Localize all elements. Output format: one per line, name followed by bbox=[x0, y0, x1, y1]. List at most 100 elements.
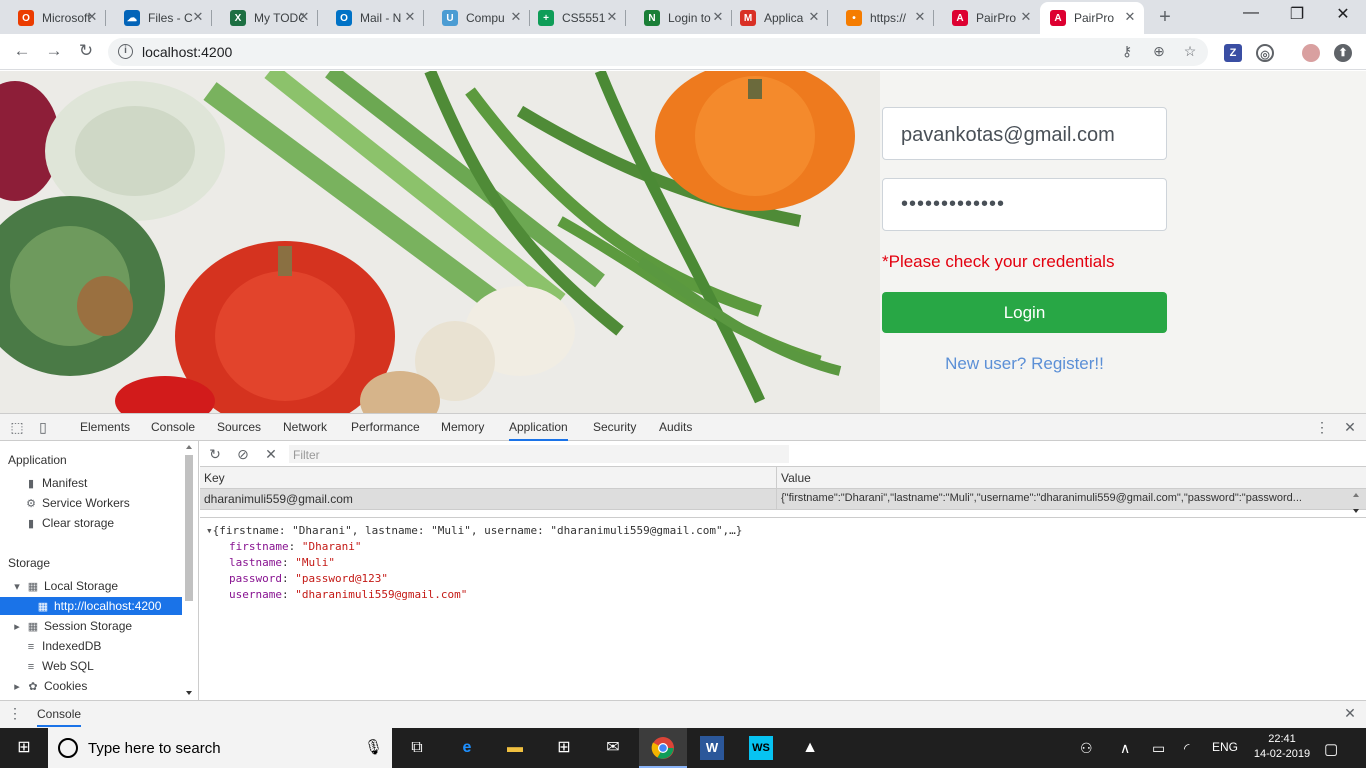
close-devtools-icon[interactable]: ✕ bbox=[1341, 419, 1359, 436]
close-tab-icon[interactable]: ✕ bbox=[604, 9, 620, 25]
microphone-icon[interactable]: 🎙 bbox=[364, 738, 383, 756]
sidebar-item-localhost[interactable]: ▦ http://localhost:4200 bbox=[36, 599, 162, 613]
back-arrow-icon[interactable]: ← bbox=[12, 42, 32, 60]
mail-icon[interactable]: ✉ bbox=[601, 736, 625, 760]
expand-right-icon[interactable]: ▸ bbox=[12, 680, 22, 693]
filter-input[interactable]: Filter bbox=[289, 445, 789, 463]
drawer-tab-console[interactable]: Console bbox=[37, 701, 82, 727]
sidebar-item-web-sql[interactable]: ≡ Web SQL bbox=[24, 659, 94, 673]
chrome-taskbar-item[interactable] bbox=[639, 728, 687, 768]
browser-tab[interactable]: U Compu ✕ bbox=[432, 2, 530, 34]
delete-selected-icon[interactable]: ✕ bbox=[262, 446, 280, 463]
preview-summary[interactable]: ▾{firstname: "Dharani", lastname: "Muli"… bbox=[206, 524, 742, 537]
expand-down-icon[interactable]: ▾ bbox=[206, 524, 213, 537]
preview-field[interactable]: password: "password@123" bbox=[229, 572, 388, 585]
browser-tab[interactable]: X My TODO ✕ bbox=[220, 2, 318, 34]
restore-button[interactable]: ❐ bbox=[1274, 4, 1320, 28]
close-tab-icon[interactable]: ✕ bbox=[190, 9, 206, 25]
sidebar-item-cookies[interactable]: ▸ ✿ Cookies bbox=[12, 679, 87, 693]
browser-tab[interactable]: + CS5551 ✕ bbox=[528, 2, 626, 34]
preview-field[interactable]: firstname: "Dharani" bbox=[229, 540, 361, 553]
clock[interactable]: 22:41 14-02-2019 bbox=[1250, 732, 1314, 762]
task-view-icon[interactable]: ⧉ bbox=[405, 736, 429, 760]
close-tab-icon[interactable]: ✕ bbox=[1018, 9, 1034, 25]
close-tab-icon[interactable]: ✕ bbox=[84, 9, 100, 25]
browser-tab[interactable]: O Mail - N ✕ bbox=[326, 2, 424, 34]
device-toolbar-icon[interactable]: ▯ bbox=[34, 419, 52, 436]
people-icon[interactable]: ⚇ bbox=[1080, 740, 1093, 757]
close-tab-icon[interactable]: ✕ bbox=[912, 9, 928, 25]
inspect-element-icon[interactable]: ⬚ bbox=[8, 419, 26, 436]
devtools-tab-security[interactable]: Security bbox=[593, 414, 636, 441]
browser-tab[interactable]: ☁ Files - C ✕ bbox=[114, 2, 212, 34]
login-button[interactable]: Login bbox=[882, 292, 1167, 333]
devtools-tab-application[interactable]: Application bbox=[509, 414, 568, 441]
table-row[interactable]: dharanimuli559@gmail.com {"firstname":"D… bbox=[200, 489, 1366, 510]
devtools-tab-audits[interactable]: Audits bbox=[659, 414, 692, 441]
profile-avatar[interactable] bbox=[1302, 44, 1320, 62]
close-tab-icon[interactable]: ✕ bbox=[1122, 9, 1138, 25]
close-tab-icon[interactable]: ✕ bbox=[296, 9, 312, 25]
browser-tab[interactable]: A PairPro ✕ bbox=[1040, 2, 1144, 34]
show-hidden-icons-icon[interactable]: ∧ bbox=[1120, 740, 1130, 757]
devtools-tab-console[interactable]: Console bbox=[151, 414, 195, 441]
close-window-button[interactable]: ✕ bbox=[1320, 4, 1366, 28]
close-tab-icon[interactable]: ✕ bbox=[402, 9, 418, 25]
sidebar-item-clear-storage[interactable]: ▮ Clear storage bbox=[24, 516, 114, 530]
sidebar-item-manifest[interactable]: ▮ Manifest bbox=[24, 476, 87, 490]
close-tab-icon[interactable]: ✕ bbox=[508, 9, 524, 25]
file-explorer-icon[interactable]: ▬ bbox=[503, 736, 527, 760]
forward-arrow-icon[interactable]: → bbox=[44, 42, 64, 60]
devtools-menu-icon[interactable]: ⋮ bbox=[1313, 419, 1331, 436]
sidebar-item-local-storage[interactable]: ▾ ▦ Local Storage bbox=[12, 579, 118, 593]
webstorm-icon[interactable]: WS bbox=[749, 736, 773, 760]
close-tab-icon[interactable]: ✕ bbox=[806, 9, 822, 25]
close-tab-icon[interactable]: ✕ bbox=[710, 9, 726, 25]
address-bar[interactable]: i localhost:4200 ⚷ ⊕ ☆ bbox=[108, 38, 1208, 66]
star-icon[interactable]: ☆ bbox=[1181, 43, 1199, 60]
devtools-tab-performance[interactable]: Performance bbox=[351, 414, 420, 441]
menu-icon[interactable]: ⬆ bbox=[1334, 44, 1352, 62]
zotero-extension-icon[interactable]: Z bbox=[1224, 44, 1242, 62]
refresh-icon[interactable]: ↻ bbox=[206, 446, 224, 463]
store-icon[interactable]: ⊞ bbox=[552, 736, 576, 760]
browser-tab[interactable]: A PairPro ✕ bbox=[942, 2, 1040, 34]
browser-tab[interactable]: M Applica ✕ bbox=[730, 2, 828, 34]
taskbar-search[interactable]: Type here to search 🎙 bbox=[48, 728, 392, 768]
devtools-tab-sources[interactable]: Sources bbox=[217, 414, 261, 441]
key-icon[interactable]: ⚷ bbox=[1118, 43, 1136, 60]
word-icon[interactable]: W bbox=[700, 736, 724, 760]
site-info-icon[interactable]: i bbox=[118, 44, 133, 59]
expand-right-icon[interactable]: ▸ bbox=[12, 620, 22, 633]
wifi-icon[interactable]: ◜ bbox=[1184, 740, 1189, 757]
email-input[interactable]: pavankotas@gmail.com bbox=[882, 107, 1167, 160]
minimize-button[interactable]: — bbox=[1228, 4, 1274, 28]
url-text[interactable]: localhost:4200 bbox=[142, 44, 232, 60]
key-column-header[interactable]: Key bbox=[204, 471, 225, 485]
close-drawer-icon[interactable]: ✕ bbox=[1341, 705, 1359, 722]
sidebar-item-indexeddb[interactable]: ≡ IndexedDB bbox=[24, 639, 102, 653]
expand-down-icon[interactable]: ▾ bbox=[12, 580, 22, 593]
extension-icon[interactable]: ◎ bbox=[1256, 44, 1274, 62]
new-tab-button[interactable]: + bbox=[1154, 6, 1176, 29]
grid-scrollbar[interactable] bbox=[1350, 489, 1362, 518]
preview-field[interactable]: lastname: "Muli" bbox=[229, 556, 335, 569]
devtools-tab-network[interactable]: Network bbox=[283, 414, 327, 441]
browser-tab[interactable]: • https://✕ bbox=[836, 2, 934, 34]
sidebar-item-service-workers[interactable]: ⚙ Service Workers bbox=[24, 496, 130, 510]
password-input[interactable]: ••••••••••••• bbox=[882, 178, 1167, 231]
preview-field[interactable]: username: "dharanimuli559@gmail.com" bbox=[229, 588, 467, 601]
register-link[interactable]: New user? Register!! bbox=[882, 354, 1167, 374]
reload-icon[interactable]: ↻ bbox=[76, 42, 96, 60]
empty-row[interactable] bbox=[200, 510, 1366, 518]
browser-tab[interactable]: O Microsoft ✕ bbox=[8, 2, 106, 34]
devtools-tab-elements[interactable]: Elements bbox=[80, 414, 130, 441]
zoom-icon[interactable]: ⊕ bbox=[1150, 43, 1168, 60]
battery-icon[interactable]: ▭ bbox=[1152, 740, 1165, 757]
devtools-tab-memory[interactable]: Memory bbox=[441, 414, 484, 441]
photos-icon[interactable]: ▲ bbox=[798, 736, 822, 760]
clear-all-icon[interactable]: ⊘ bbox=[234, 446, 252, 463]
edge-icon[interactable]: e bbox=[455, 736, 479, 760]
windows-start-icon[interactable]: ⊞ bbox=[12, 736, 36, 760]
browser-tab[interactable]: N Login to ✕ bbox=[634, 2, 732, 34]
